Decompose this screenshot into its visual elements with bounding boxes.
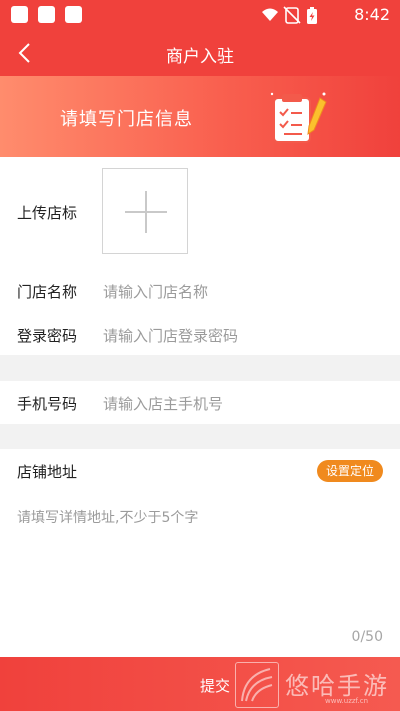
status-bar: 8:42 bbox=[0, 0, 400, 30]
banner-text: 请填写门店信息 bbox=[60, 109, 193, 130]
phone-label: 手机号码 bbox=[17, 395, 78, 413]
watermark: 悠哈手游 www.uzzf.cn bbox=[233, 660, 400, 711]
wifi-icon bbox=[262, 8, 278, 21]
status-time: 8:42 bbox=[354, 5, 390, 24]
page-title: 商户入驻 bbox=[166, 47, 234, 67]
set-location-button[interactable]: 设置定位 bbox=[317, 460, 383, 482]
char-counter: 0/50 bbox=[351, 629, 383, 645]
watermark-url: www.uzzf.cn bbox=[325, 697, 369, 705]
password-label: 登录密码 bbox=[17, 327, 78, 345]
nav-bar: 商户入驻 bbox=[0, 30, 400, 76]
phone-input[interactable]: 请输入店主手机号 bbox=[103, 393, 223, 414]
notification-icon bbox=[38, 6, 55, 23]
address-label: 店铺地址 bbox=[17, 463, 78, 481]
no-sim-icon bbox=[283, 6, 301, 24]
status-icons bbox=[262, 6, 317, 24]
upload-logo-button[interactable] bbox=[102, 168, 188, 254]
plus-icon-vertical bbox=[145, 191, 147, 233]
address-textarea[interactable]: 请填写详情地址,不少于5个字 bbox=[17, 507, 198, 527]
notification-icon bbox=[11, 6, 28, 23]
logo-label: 上传店标 bbox=[17, 204, 78, 222]
battery-icon bbox=[307, 7, 317, 24]
password-input[interactable]: 请输入门店登录密码 bbox=[103, 325, 238, 346]
watermark-text: 悠哈手游 bbox=[285, 672, 389, 700]
banner: 请填写门店信息 bbox=[0, 76, 400, 157]
watermark-logo bbox=[235, 662, 279, 708]
store-name-label: 门店名称 bbox=[17, 283, 78, 301]
clipboard-icon bbox=[270, 92, 327, 143]
notification-icon bbox=[65, 6, 82, 23]
store-name-input[interactable]: 请输入门店名称 bbox=[103, 281, 208, 302]
